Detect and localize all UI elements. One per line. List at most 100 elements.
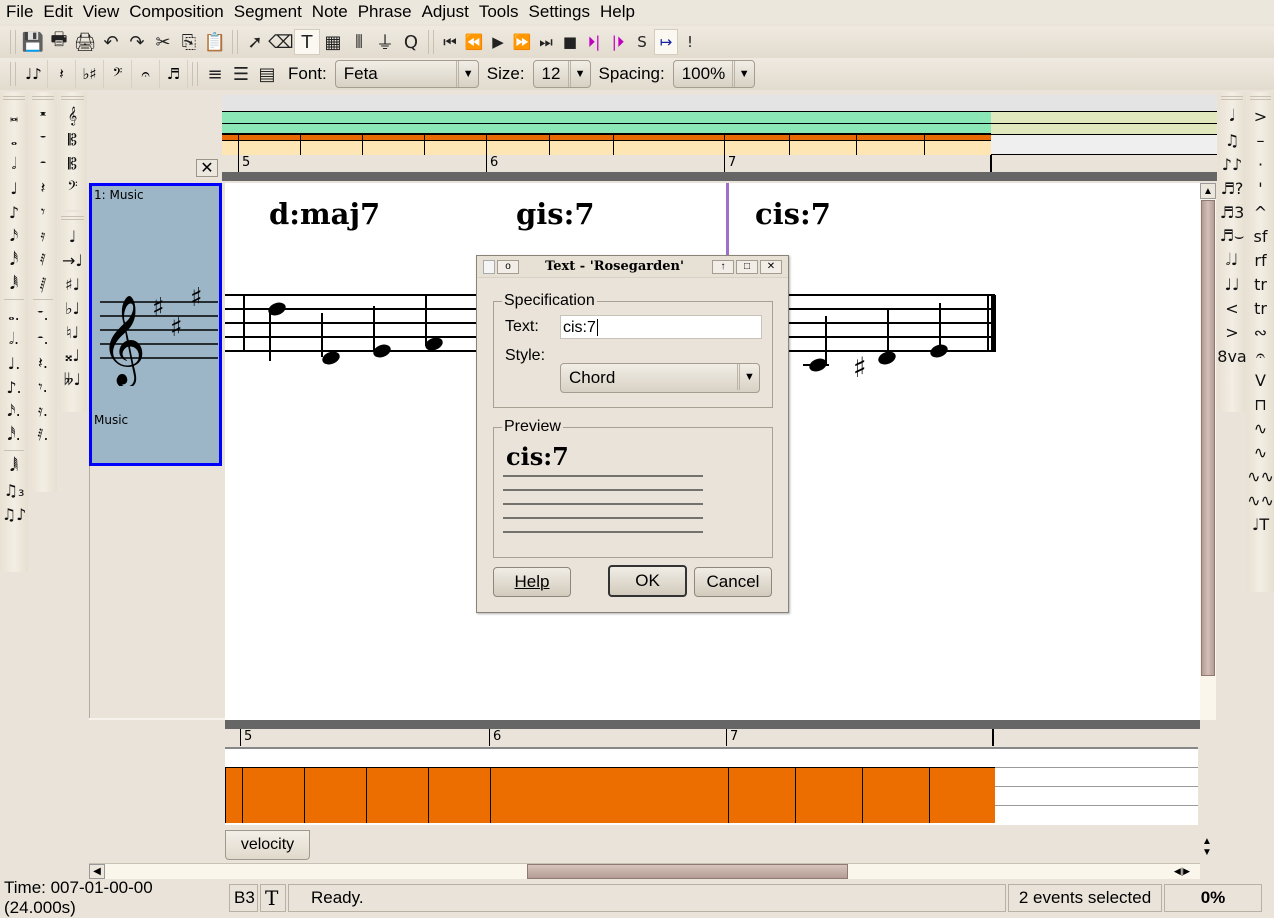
- accidental-palette-item[interactable]: ♮♩: [58, 320, 87, 344]
- accidentals-palette-icon[interactable]: ♭♯: [76, 60, 104, 88]
- rewind-to-start-icon[interactable]: ⏮: [438, 29, 462, 55]
- segment-block[interactable]: [789, 135, 856, 155]
- chord-symbol[interactable]: gis:7: [516, 197, 595, 231]
- guitar-chord-icon[interactable]: ▦: [320, 29, 346, 55]
- rest-palette-item[interactable]: 𝄿: [29, 224, 57, 248]
- menu-item-view[interactable]: View: [81, 1, 128, 23]
- undo-icon[interactable]: ↶: [98, 29, 124, 55]
- solo-icon[interactable]: S: [630, 29, 654, 55]
- menu-item-file[interactable]: File: [4, 1, 41, 23]
- ornament-palette-item[interactable]: tr: [1247, 296, 1274, 320]
- spacing-select[interactable]: 100% ▼: [672, 60, 755, 88]
- velocity-bar[interactable]: [728, 767, 795, 823]
- size-select[interactable]: 12 ▼: [532, 60, 591, 88]
- accidental-palette-item[interactable]: 𝄪♩: [58, 344, 87, 368]
- notes-palette-icon[interactable]: ♩♪: [20, 60, 48, 88]
- note-palette-item[interactable]: ♫♪: [0, 502, 28, 526]
- segment-block[interactable]: [924, 135, 991, 155]
- loop-toggle-icon[interactable]: ↦: [654, 29, 678, 55]
- chord-symbol[interactable]: d:maj7: [269, 197, 380, 231]
- scrollbar-thumb[interactable]: [1201, 200, 1215, 676]
- horizontal-scrollbar[interactable]: ◀ ◀|▶: [89, 863, 1200, 879]
- chord-symbol[interactable]: cis:7: [755, 197, 831, 231]
- note-palette-item[interactable]: 𝅗𝅥.: [0, 327, 28, 351]
- control-loop-ruler[interactable]: [225, 720, 1200, 729]
- accidental-palette-item[interactable]: ♭♩: [58, 296, 87, 320]
- toolbar-grip[interactable]: [428, 30, 434, 54]
- accidental-palette-item[interactable]: ♯♩: [58, 272, 87, 296]
- maximize-icon[interactable]: □: [736, 259, 758, 274]
- toolbar-grip[interactable]: [10, 62, 16, 86]
- loop-ruler[interactable]: [222, 172, 1217, 181]
- menu-item-phrase[interactable]: Phrase: [356, 1, 420, 23]
- menu-item-note[interactable]: Note: [310, 1, 356, 23]
- mark-palette-item[interactable]: <: [1218, 296, 1246, 320]
- note-palette-item[interactable]: 𝅜: [0, 104, 28, 128]
- rest-palette-item[interactable]: 𝄻.: [29, 303, 57, 327]
- zoom-arrows-icon[interactable]: ◀|▶: [1167, 864, 1197, 879]
- text-palette-icon[interactable]: ♬: [160, 60, 188, 88]
- sticky-icon[interactable]: o: [497, 259, 519, 274]
- eraser-icon[interactable]: ⌫: [268, 29, 294, 55]
- note-palette-item[interactable]: 𝅘𝅥𝅯.: [0, 399, 28, 423]
- velocity-bar[interactable]: [428, 767, 490, 823]
- step-record-icon[interactable]: ⫴: [346, 29, 372, 55]
- menu-item-adjust[interactable]: Adjust: [420, 1, 477, 23]
- tempo-ruler[interactable]: [222, 111, 1217, 135]
- velocity-ruler[interactable]: [225, 747, 1198, 825]
- shade-icon[interactable]: ↑: [712, 259, 734, 274]
- redo-icon[interactable]: ↷: [124, 29, 150, 55]
- rest-palette-item[interactable]: 𝅁: [29, 272, 57, 296]
- menu-item-settings[interactable]: Settings: [527, 1, 598, 23]
- segment-block[interactable]: [486, 135, 549, 155]
- rest-palette-item[interactable]: 𝄺: [29, 104, 57, 128]
- menu-item-tools[interactable]: Tools: [477, 1, 527, 23]
- velocity-bar[interactable]: [929, 767, 995, 823]
- play-icon[interactable]: ▶: [486, 29, 510, 55]
- mark-palette-item[interactable]: ♫: [1218, 128, 1246, 152]
- note-palette-item[interactable]: ♪.: [0, 375, 28, 399]
- note-palette-item[interactable]: 𝅘𝅥𝅯: [0, 224, 28, 248]
- filter-icon[interactable]: ⏚: [372, 29, 398, 55]
- ornament-palette-item[interactable]: ⊓: [1247, 392, 1274, 416]
- velocity-bar[interactable]: [304, 767, 366, 823]
- toolbar-grip[interactable]: [192, 62, 198, 86]
- ornament-palette-item[interactable]: sf: [1247, 224, 1274, 248]
- scroll-left-icon[interactable]: ◀: [89, 864, 105, 879]
- toolbar-grip[interactable]: [232, 30, 238, 54]
- note-palette-item[interactable]: 𝅗𝅥: [0, 152, 28, 176]
- note-palette-item[interactable]: ♩: [0, 176, 28, 200]
- cancel-button[interactable]: Cancel: [694, 567, 772, 597]
- ornament-palette-item[interactable]: ': [1247, 176, 1274, 200]
- segment-ruler[interactable]: [222, 135, 1217, 155]
- rest-palette-item[interactable]: 𝄽: [29, 176, 57, 200]
- control-ruler-scroll-icon[interactable]: ▲ ▼: [1200, 833, 1214, 861]
- text-input[interactable]: cis:7: [560, 315, 762, 339]
- accidental-palette-item[interactable]: →♩: [58, 248, 87, 272]
- print-icon[interactable]: 🖶: [46, 29, 72, 55]
- fast-forward-to-end-icon[interactable]: ⏭: [534, 29, 558, 55]
- copy-icon[interactable]: ⎘: [176, 29, 202, 55]
- ornament-palette-item[interactable]: tr: [1247, 272, 1274, 296]
- mark-palette-item[interactable]: 𝅘𝅥: [1218, 104, 1246, 128]
- print-preview-icon[interactable]: 🖨: [72, 29, 98, 55]
- note-palette-item[interactable]: 𝅘𝅥𝅰: [0, 248, 28, 272]
- ornament-palette-item[interactable]: ∿∿: [1247, 488, 1274, 512]
- fast-forward-icon[interactable]: ⏩: [510, 29, 534, 55]
- mark-palette-item[interactable]: ♬3: [1218, 200, 1246, 224]
- vertical-scrollbar[interactable]: ▲: [1200, 183, 1216, 720]
- menu-item-help[interactable]: Help: [598, 1, 643, 23]
- ornament-palette-item[interactable]: ∿∿: [1247, 464, 1274, 488]
- note-palette-item[interactable]: ♫₃: [0, 478, 28, 502]
- rest-palette-item[interactable]: 𝄼.: [29, 327, 57, 351]
- style-select[interactable]: Chord ▼: [560, 363, 760, 393]
- rests-palette-icon[interactable]: 𝄽: [48, 60, 76, 88]
- toolbar-grip[interactable]: [10, 30, 16, 54]
- set-loop-start-icon[interactable]: ⏵|: [582, 29, 606, 55]
- note-palette-item[interactable]: 𝅘𝅥𝅲: [0, 454, 28, 478]
- close-icon[interactable]: ✕: [196, 159, 218, 177]
- rest-palette-item[interactable]: 𝄾.: [29, 375, 57, 399]
- menu-item-segment[interactable]: Segment: [232, 1, 310, 23]
- ornament-palette-item[interactable]: ^: [1247, 200, 1274, 224]
- mark-palette-item[interactable]: ♬?: [1218, 176, 1246, 200]
